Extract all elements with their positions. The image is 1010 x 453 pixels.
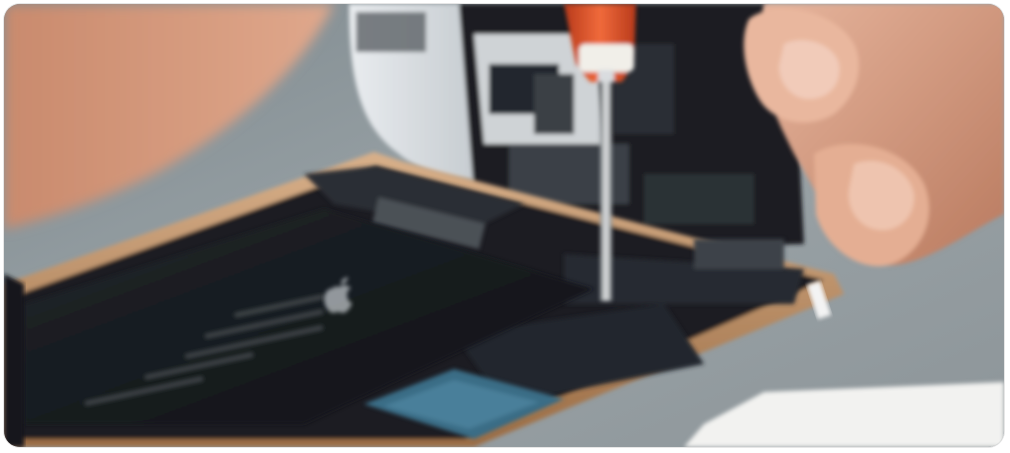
repair-photo bbox=[4, 4, 1004, 447]
phone-corner bbox=[4, 274, 24, 447]
